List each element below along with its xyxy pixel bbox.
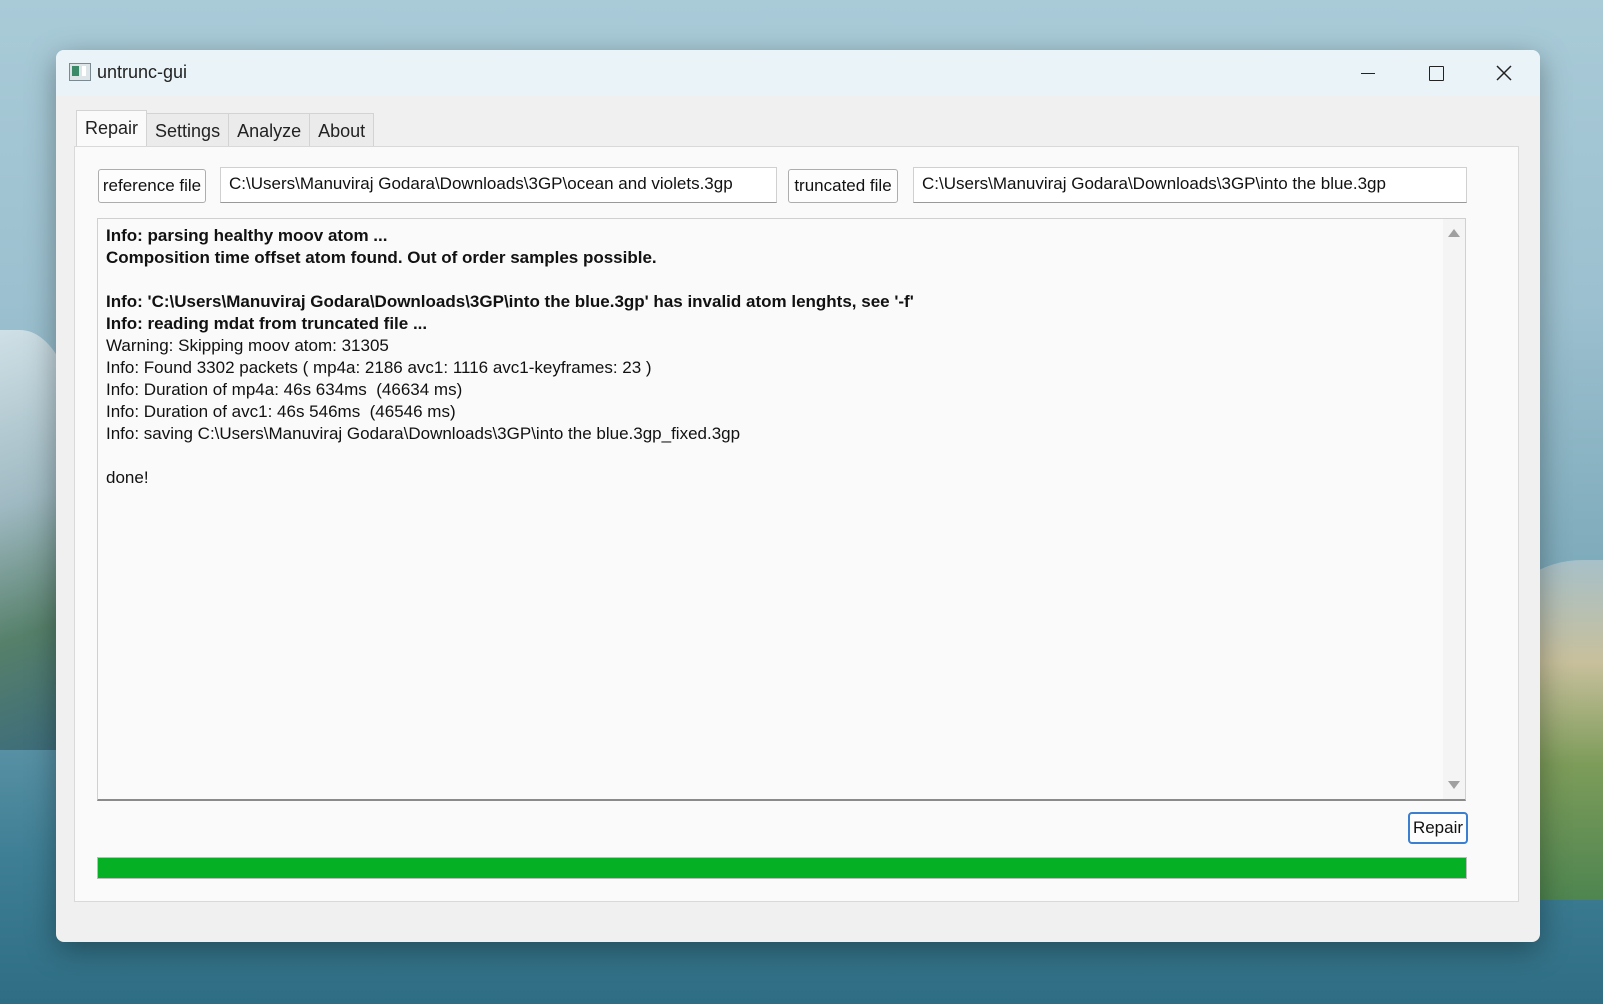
log-line: Info: reading mdat from truncated file .… [106, 314, 428, 333]
log-line: Info: Duration of avc1: 46s 546ms (46546… [106, 402, 456, 421]
progress-fill [98, 858, 1466, 878]
reference-file-button[interactable]: reference file [98, 169, 206, 203]
tab-repair[interactable]: Repair [76, 110, 148, 149]
tab-about[interactable]: About [309, 113, 375, 148]
log-scrollbar[interactable] [1443, 219, 1465, 799]
tab-settings[interactable]: Settings [146, 113, 230, 148]
log-line: Info: parsing healthy moov atom ... [106, 226, 388, 245]
minimize-icon [1361, 72, 1375, 74]
close-button[interactable] [1470, 50, 1538, 96]
maximize-button[interactable] [1402, 50, 1470, 96]
window-title: untrunc-gui [97, 62, 188, 82]
log-line: done! [106, 468, 149, 487]
log-line: Info: saving C:\Users\Manuviraj Godara\D… [106, 424, 741, 443]
truncated-file-input[interactable]: C:\Users\Manuviraj Godara\Downloads\3GP\… [913, 167, 1467, 203]
scroll-down-icon[interactable] [1448, 781, 1460, 789]
log-line: Warning: Skipping moov atom: 31305 [106, 336, 389, 355]
tab-analyze[interactable]: Analyze [228, 113, 311, 148]
app-icon [69, 63, 91, 81]
repair-button[interactable]: Repair [1408, 812, 1468, 844]
tab-bar: Repair Settings Analyze About [76, 110, 375, 149]
close-icon [1496, 65, 1512, 81]
log-line: Composition time offset atom found. Out … [106, 248, 657, 267]
log-lines: Info: parsing healthy moov atom ... Compo… [106, 225, 914, 489]
progress-bar [97, 857, 1467, 879]
minimize-button[interactable] [1334, 50, 1402, 96]
app-window: untrunc-gui Repair Settings Analyze Abou… [56, 50, 1540, 942]
title-bar[interactable]: untrunc-gui [56, 50, 1540, 96]
truncated-file-button[interactable]: truncated file [788, 169, 898, 203]
log-line: Info: Duration of mp4a: 46s 634ms (46634… [106, 380, 463, 399]
log-output[interactable]: Info: parsing healthy moov atom ... Compo… [97, 218, 1466, 801]
maximize-icon [1428, 65, 1444, 81]
reference-file-input[interactable]: C:\Users\Manuviraj Godara\Downloads\3GP\… [220, 167, 777, 203]
repair-panel: reference file C:\Users\Manuviraj Godara… [74, 146, 1519, 902]
scroll-up-icon[interactable] [1448, 229, 1460, 237]
log-line: Info: 'C:\Users\Manuviraj Godara\Downloa… [106, 292, 914, 311]
log-line: Info: Found 3302 packets ( mp4a: 2186 av… [106, 358, 652, 377]
